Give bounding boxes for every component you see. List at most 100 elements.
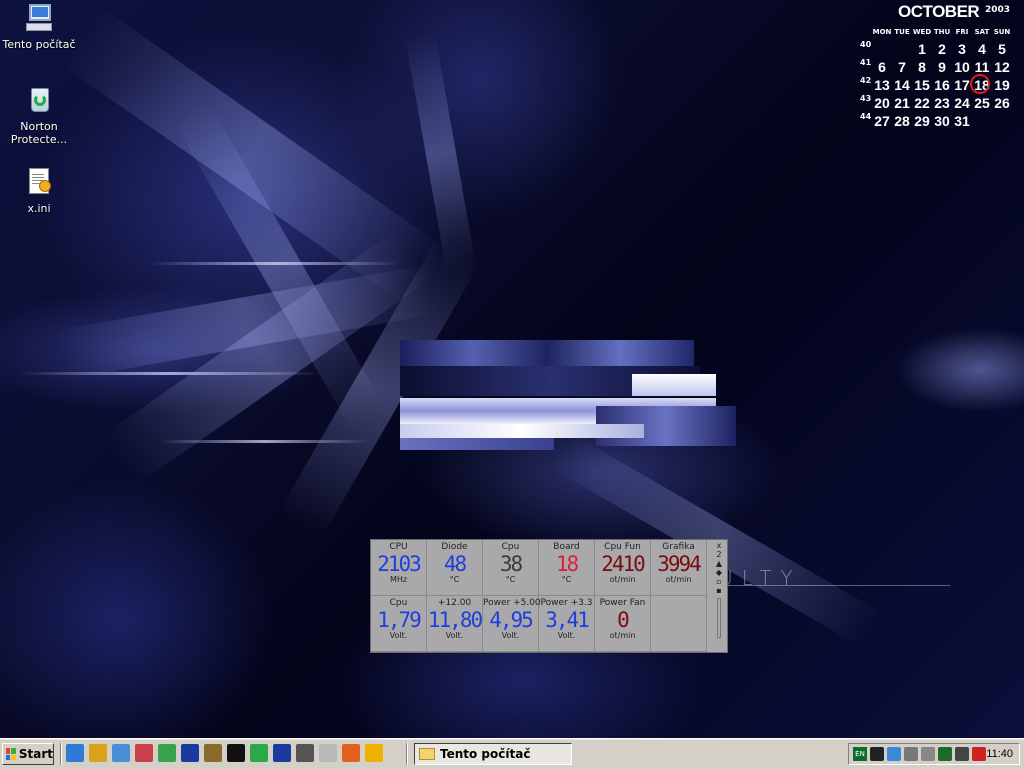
calendar-day[interactable]: 3 bbox=[952, 41, 972, 57]
calendar-day[interactable]: 12 bbox=[992, 59, 1012, 75]
calendar-day[interactable]: 15 bbox=[912, 77, 932, 93]
calendar-day[interactable]: 8 bbox=[912, 59, 932, 75]
desktop-icon-my-computer[interactable]: Tento počítač bbox=[1, 2, 77, 51]
calendar-day[interactable]: 10 bbox=[952, 59, 972, 75]
week-number: 42 bbox=[860, 76, 872, 85]
calendar-day[interactable]: 9 bbox=[932, 59, 952, 75]
wallpaper-streak bbox=[20, 372, 320, 375]
pen-icon[interactable] bbox=[972, 747, 986, 761]
calendar-day[interactable]: 30 bbox=[932, 113, 952, 129]
display-icon[interactable] bbox=[904, 747, 918, 761]
desktop-icon-norton-protected[interactable]: Norton Protecte... bbox=[1, 84, 77, 146]
sensor-label: Board bbox=[553, 542, 580, 552]
desktop: DIFFICULTY Tento počítač Norton Protecte… bbox=[0, 0, 1024, 738]
start-label: Start bbox=[18, 747, 53, 761]
network-icon[interactable] bbox=[66, 744, 84, 762]
calendar-year: 2003 bbox=[985, 5, 1011, 15]
sensor-cell: Power +3.3 3,41 Volt. bbox=[539, 596, 595, 652]
weekday-label: WED bbox=[912, 28, 932, 36]
hardware-monitor-widget[interactable]: CPU 2103 MHz Diode 48 °C Cpu 38 °C Board 18 °C Cpu F… bbox=[370, 539, 728, 653]
calendar-day[interactable]: 22 bbox=[912, 95, 932, 111]
package-icon[interactable] bbox=[204, 744, 222, 762]
wallpaper-streak bbox=[150, 262, 400, 265]
speaker-icon[interactable] bbox=[870, 747, 884, 761]
sensor-value: 3,41 bbox=[545, 608, 590, 632]
sensor-value: 1,79 bbox=[377, 608, 422, 632]
calendar-day[interactable]: 16 bbox=[932, 77, 952, 93]
volume-icon[interactable] bbox=[938, 747, 952, 761]
fish-icon-2[interactable] bbox=[365, 744, 383, 762]
monitor-icon[interactable] bbox=[955, 747, 969, 761]
calendar-day[interactable]: 29 bbox=[912, 113, 932, 129]
clock[interactable]: 11:40 bbox=[986, 748, 1013, 760]
fish-icon[interactable] bbox=[342, 744, 360, 762]
pencil-icon[interactable] bbox=[112, 744, 130, 762]
desktop-icon-label: Norton Protecte... bbox=[10, 120, 68, 146]
calendar-day[interactable]: 25 bbox=[972, 95, 992, 111]
minimize-icon[interactable]: ▫ bbox=[713, 577, 725, 586]
calendar-day[interactable]: 27 bbox=[872, 113, 892, 129]
calendar-day[interactable]: 7 bbox=[892, 59, 912, 75]
sensor-unit: °C bbox=[449, 575, 460, 584]
weekday-label: SAT bbox=[974, 28, 990, 36]
people-icon[interactable] bbox=[158, 744, 176, 762]
calendar-day[interactable]: 6 bbox=[872, 59, 892, 75]
sensor-cell: +12.00 11,80 Volt. bbox=[427, 596, 483, 652]
chip-icon[interactable] bbox=[921, 747, 935, 761]
calendar-day[interactable]: 14 bbox=[892, 77, 912, 93]
sensor-cell: Cpu 38 °C bbox=[483, 540, 539, 596]
document-icon[interactable] bbox=[319, 744, 337, 762]
calendar-day[interactable]: 28 bbox=[892, 113, 912, 129]
calendar-day[interactable]: 5 bbox=[992, 41, 1012, 57]
calendar-day[interactable]: 20 bbox=[872, 95, 892, 111]
calendar-day[interactable]: 13 bbox=[872, 77, 892, 93]
taskbar-separator bbox=[60, 743, 62, 765]
weekday-label: THU bbox=[933, 28, 951, 36]
calendar-day[interactable]: 17 bbox=[952, 77, 972, 93]
today-marker bbox=[970, 74, 990, 94]
calendar-day[interactable]: 2 bbox=[932, 41, 952, 57]
calendar-day[interactable]: 24 bbox=[952, 95, 972, 111]
sensor-value: 3994 bbox=[657, 552, 702, 576]
sensor-unit: MHz bbox=[389, 575, 408, 584]
settings-icon[interactable]: ◆ bbox=[713, 568, 725, 577]
sensor-value: 4,95 bbox=[489, 608, 534, 632]
calendar-day[interactable]: 19 bbox=[992, 77, 1012, 93]
up-arrow-icon[interactable]: ▲ bbox=[713, 559, 725, 568]
calendar-day[interactable]: 11 bbox=[972, 59, 992, 75]
search-icon[interactable] bbox=[89, 744, 107, 762]
desktop-icon-x-ini[interactable]: x.ini bbox=[1, 166, 77, 215]
media-icon[interactable] bbox=[135, 744, 153, 762]
calendar-day[interactable]: 31 bbox=[952, 113, 972, 129]
calendar-weekdays: MON TUE WED THU FRI SAT SUN bbox=[872, 28, 1012, 36]
sensor-cell: CPU 2103 MHz bbox=[371, 540, 427, 596]
network-icon[interactable] bbox=[887, 747, 901, 761]
ini-file-icon bbox=[23, 166, 55, 198]
system-tray: EN 11:40 bbox=[848, 743, 1020, 765]
my-computer-icon bbox=[23, 2, 55, 34]
calendar-day[interactable]: 26 bbox=[992, 95, 1012, 111]
refresh-icon[interactable] bbox=[250, 744, 268, 762]
sensor-cell: Power Fan 0 ot/min bbox=[595, 596, 651, 652]
save-icon[interactable] bbox=[273, 744, 291, 762]
calendar-day[interactable]: 21 bbox=[892, 95, 912, 111]
sensor-label: +12.00 bbox=[437, 598, 472, 608]
sensor-cell-empty bbox=[651, 596, 707, 652]
taskbar-button-my-computer[interactable]: Tento počítač bbox=[414, 743, 572, 765]
calendar-day[interactable]: 4 bbox=[972, 41, 992, 57]
weekday-label: TUE bbox=[894, 28, 910, 36]
winamp-icon[interactable] bbox=[181, 744, 199, 762]
scrollbar[interactable] bbox=[717, 598, 721, 638]
sensor-unit: Volt. bbox=[557, 631, 576, 640]
calendar-day[interactable]: 1 bbox=[912, 41, 932, 57]
film-icon[interactable] bbox=[296, 744, 314, 762]
keyboard-en-icon[interactable]: EN bbox=[853, 747, 867, 761]
sensor-cell: Grafika 3994 ot/min bbox=[651, 540, 707, 596]
sensor-unit: ot/min bbox=[665, 575, 692, 584]
sensor-cell: Power +5.00 4,95 Volt. bbox=[483, 596, 541, 652]
calendar-day[interactable]: 23 bbox=[932, 95, 952, 111]
close-button[interactable]: x bbox=[713, 541, 725, 550]
start-button[interactable]: Start bbox=[2, 743, 54, 765]
vc-icon[interactable] bbox=[227, 744, 245, 762]
lock-icon[interactable]: ▪ bbox=[713, 586, 725, 595]
